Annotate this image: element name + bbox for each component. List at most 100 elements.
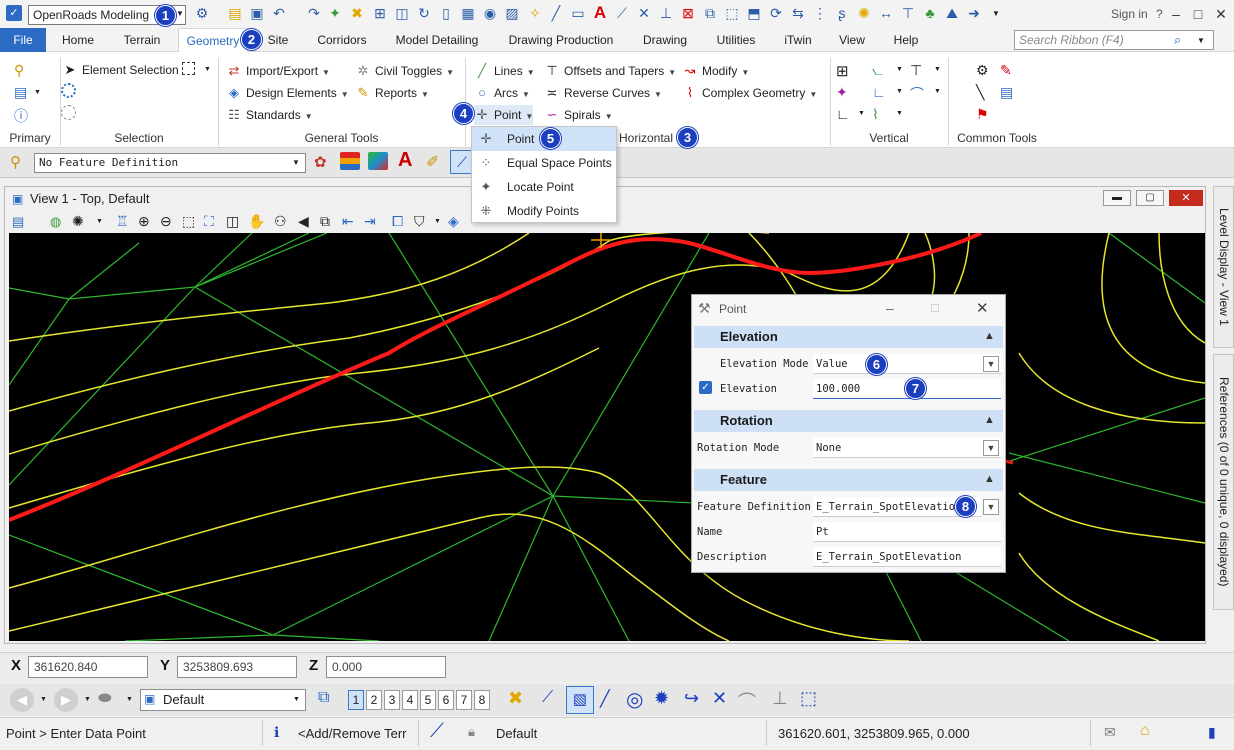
view-attributes-icon[interactable]: ▤ — [12, 214, 24, 230]
search-icon[interactable]: ⌕ — [1174, 32, 1181, 48]
y-coordinate-input[interactable]: 3253809.693 — [177, 656, 297, 678]
snap-keypoint-icon[interactable]: ⟋ — [542, 689, 553, 707]
text-style-icon[interactable]: A — [398, 149, 412, 172]
chevron-down-icon[interactable]: ▼ — [34, 89, 41, 96]
feature-section-header[interactable]: Feature — [694, 469, 1003, 491]
reports-button[interactable]: ✎ Reports ▼ — [355, 83, 429, 103]
close-button[interactable]: ✕ — [1211, 4, 1231, 24]
elevation-checkbox[interactable]: ✓ — [699, 381, 712, 394]
tab-help[interactable]: Help — [886, 28, 926, 52]
view-1-button[interactable]: 1 — [348, 690, 364, 710]
tab-home[interactable]: Home — [52, 28, 104, 52]
select-circle-icon[interactable] — [61, 83, 76, 98]
maximize-button[interactable]: □ — [1188, 4, 1208, 24]
chevron-down-icon[interactable]: ▼ — [983, 356, 999, 372]
view-7-button[interactable]: 7 — [456, 690, 472, 710]
arcs-button[interactable]: ○ Arcs ▼ — [474, 83, 530, 103]
snap-midpoint-icon[interactable]: ╱ — [600, 689, 610, 709]
tab-geometry[interactable]: Geometry — [178, 28, 248, 52]
view-canvas[interactable] — [9, 233, 1205, 641]
table-icon[interactable]: ⊞ — [372, 5, 388, 21]
view-2-button[interactable]: 2 — [366, 690, 382, 710]
accudraw-icon[interactable]: ⟋ — [430, 720, 444, 743]
profile-grid-icon[interactable]: ⊞ — [836, 62, 849, 80]
previous-view-icon[interactable]: ◀ — [298, 213, 309, 230]
snap-center-icon[interactable]: ◎ — [626, 687, 643, 712]
view-maximize-button[interactable]: ▢ — [1136, 190, 1164, 206]
tab-file[interactable]: File — [0, 28, 46, 52]
circle-icon[interactable]: ◉ — [482, 5, 498, 21]
rotate-view-icon[interactable]: ◫ — [226, 213, 239, 230]
select-box-icon[interactable] — [182, 62, 195, 75]
import-export-button[interactable]: ⇄ Import/Export ▼ — [226, 61, 330, 81]
fit-view-icon[interactable]: ⛶ — [204, 213, 214, 230]
copy-view-icon[interactable]: ⧉ — [320, 213, 330, 230]
window-area-icon[interactable]: ⬚ — [182, 213, 195, 230]
civil-toggles-button[interactable]: ✲ Civil Toggles ▼ — [355, 61, 455, 81]
snap-tangent-icon[interactable]: ↪ — [684, 688, 699, 709]
x-coordinate-input[interactable]: 361620.840 — [28, 656, 148, 678]
forward-icon[interactable]: ▶ — [54, 688, 78, 712]
tab-itwin[interactable]: iTwin — [778, 28, 818, 52]
chevron-down-icon[interactable]: ▼ — [293, 696, 300, 703]
line-icon[interactable]: ╱ — [548, 5, 564, 21]
layers-icon[interactable] — [340, 152, 360, 170]
document-icon[interactable]: ▯ — [438, 5, 454, 21]
redo-icon[interactable]: ↷ — [306, 5, 322, 21]
mirror-icon[interactable]: ⇆ — [790, 5, 806, 21]
palette-icon[interactable]: ✿ — [314, 153, 327, 171]
offsets-tapers-button[interactable]: ⊤ Offsets and Tapers ▼ — [544, 61, 676, 81]
home-icon[interactable]: ⌂ — [1140, 722, 1150, 740]
chevron-down-icon[interactable]: ▼ — [96, 218, 103, 225]
complex-geometry-button[interactable]: ⌇ Complex Geometry ▼ — [682, 83, 817, 103]
chevron-down-icon[interactable]: ▼ — [896, 66, 903, 73]
settings-icon[interactable]: ⚙ — [194, 5, 210, 21]
explorer-icon[interactable]: ⚲ — [14, 62, 24, 79]
chevron-down-icon[interactable]: ▼ — [896, 110, 903, 117]
trim-icon[interactable]: ⟋ — [614, 5, 630, 21]
snap-intersection-icon[interactable]: ✕ — [712, 688, 727, 709]
collapse-icon[interactable]: ▲ — [984, 330, 995, 342]
profile-curve-icon[interactable]: ∟ — [872, 84, 886, 100]
vertical-offset-icon[interactable]: ⊤ — [910, 62, 922, 79]
layers-icon[interactable]: ▨ — [504, 5, 520, 21]
back-icon[interactable]: ◀ — [10, 688, 34, 712]
name-input[interactable]: Pt — [813, 522, 1001, 542]
saved-view-icon[interactable]: ⧠ — [392, 213, 403, 230]
modify-button[interactable]: ↝ Modify ▼ — [682, 61, 750, 81]
lines-button[interactable]: ╱ Lines ▼ — [474, 61, 535, 81]
scale-icon[interactable]: ⬒ — [746, 5, 762, 21]
minimize-button[interactable]: – — [1166, 4, 1186, 24]
break-icon[interactable]: ⊥ — [658, 5, 674, 21]
chevron-down-icon[interactable]: ▼ — [934, 66, 941, 73]
element-selection-button[interactable]: ➤ Element Selection — [62, 60, 179, 80]
view-6-button[interactable]: 6 — [438, 690, 454, 710]
message-center-icon[interactable]: ✉ — [1104, 724, 1116, 741]
delete-segment-icon[interactable]: ⊠ — [680, 5, 696, 21]
sign-in-link[interactable]: Sign in — [1111, 7, 1148, 21]
report-icon[interactable]: ▤ — [1000, 84, 1013, 101]
profile-tool-icon[interactable]: ✦ — [836, 84, 848, 101]
edit-pen-icon[interactable]: ✎ — [1000, 62, 1012, 79]
rotation-section-header[interactable]: Rotation — [694, 410, 1003, 432]
clip-volume-icon[interactable]: ⛉ — [414, 213, 425, 230]
snap-off-icon[interactable]: ✖ — [508, 688, 523, 709]
chevron-down-icon[interactable]: ▼ — [434, 218, 441, 225]
rectangle-icon[interactable]: ▭ — [570, 5, 586, 21]
snap-origin-icon[interactable]: ✹ — [654, 688, 669, 709]
intersect-icon[interactable]: ✕ — [636, 5, 652, 21]
tab-site[interactable]: Site — [262, 28, 294, 52]
undo-icon[interactable]: ↶ — [271, 5, 287, 21]
zoom-out-icon[interactable]: ⊖ — [160, 213, 172, 230]
feature-icon[interactable]: ⚲ — [10, 153, 21, 171]
chevron-down-icon[interactable]: ▼ — [983, 440, 999, 456]
chevron-down-icon[interactable]: ▼ — [84, 696, 91, 703]
chevron-down-icon[interactable]: ▼ — [858, 110, 865, 117]
tab-view[interactable]: View — [832, 28, 872, 52]
array-icon[interactable]: ⋮ — [812, 5, 828, 21]
select-clear-icon[interactable] — [61, 105, 76, 120]
tab-utilities[interactable]: Utilities — [708, 28, 764, 52]
view-next-icon[interactable]: ⇥ — [364, 213, 376, 230]
walk-icon[interactable]: ⚇ — [274, 213, 287, 230]
delete-icon[interactable]: ✖ — [349, 5, 365, 21]
